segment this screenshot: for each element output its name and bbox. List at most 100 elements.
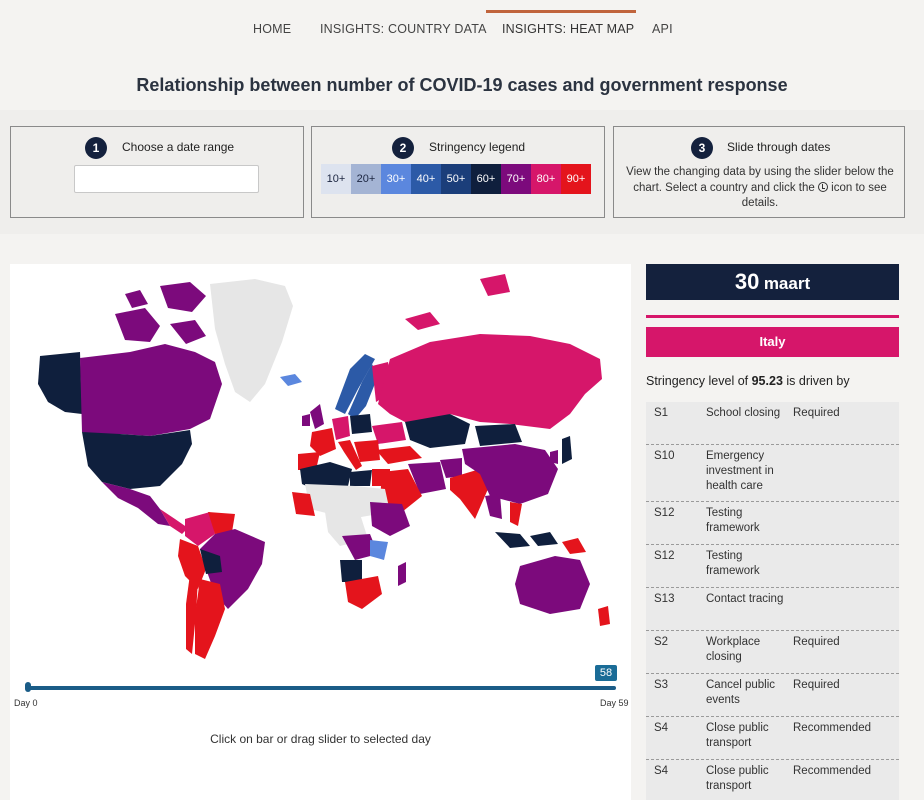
stringency-summary: Stringency level of 95.23 is driven by <box>646 374 850 388</box>
legend-level: 80+ <box>531 164 561 194</box>
country-uk[interactable] <box>310 404 324 429</box>
selected-date-month: maart <box>763 274 811 293</box>
policy-level: Required <box>793 636 840 648</box>
country-poland[interactable] <box>350 414 372 434</box>
policy-level: Required <box>793 679 840 691</box>
country-alaska[interactable] <box>38 352 82 414</box>
policy-row: S2 Workplace closing Required <box>646 631 899 674</box>
policy-row: S1 School closing Required <box>646 402 899 445</box>
day-slider-handle[interactable]: 58 <box>594 665 617 681</box>
country-canada[interactable] <box>80 344 222 436</box>
policy-name: School closing <box>706 407 781 419</box>
legend-level: 40+ <box>411 164 441 194</box>
slider-instructions: View the changing data by using the slid… <box>626 166 894 209</box>
country-png[interactable] <box>562 538 586 554</box>
panel-title: Stringency legend <box>429 140 526 154</box>
policy-level: Required <box>793 407 840 419</box>
policy-row: S10 Emergency investment in health care <box>646 445 899 502</box>
divider <box>646 315 899 318</box>
policy-code: S10 <box>654 450 675 462</box>
policy-code: S2 <box>654 636 669 648</box>
selected-country: Italy <box>646 327 899 357</box>
policy-code: S4 <box>654 722 669 734</box>
policy-row: S13 Contact tracing <box>646 588 899 631</box>
country-germany[interactable] <box>332 416 350 440</box>
date-range-panel: 1 Choose a date range <box>10 126 304 218</box>
country-mexico[interactable] <box>102 482 170 526</box>
country-greenland[interactable] <box>210 279 293 402</box>
legend-level: 70+ <box>501 164 531 194</box>
clock-history-icon <box>817 181 828 192</box>
country-argentina[interactable] <box>195 579 225 659</box>
panel-title: Slide through dates <box>727 140 831 154</box>
legend-level: 60+ <box>471 164 501 194</box>
legend-level: 30+ <box>381 164 411 194</box>
country-tanzania[interactable] <box>370 540 388 560</box>
world-heat-map[interactable] <box>10 264 631 664</box>
top-navigation: HOME INSIGHTS: COUNTRY DATA INSIGHTS: HE… <box>0 0 924 60</box>
country-korea[interactable] <box>550 450 558 464</box>
country-mongolia[interactable] <box>475 424 522 446</box>
nav-api[interactable]: API <box>652 22 673 36</box>
selected-date: 30 maart <box>646 264 899 300</box>
policy-name: Contact tracing <box>706 593 784 605</box>
policy-name: Workplace closing <box>706 636 761 663</box>
country-angola[interactable] <box>340 560 362 582</box>
policy-row: S12 Testing framework <box>646 502 899 545</box>
country-russia-islands[interactable] <box>405 274 510 330</box>
nav-heat-map[interactable]: INSIGHTS: HEAT MAP <box>502 22 634 36</box>
policy-name: Emergency investment in health care <box>706 450 774 492</box>
legend-level: 50+ <box>441 164 471 194</box>
legend-level: 20+ <box>351 164 381 194</box>
policy-code: S13 <box>654 593 675 605</box>
country-libya[interactable] <box>350 470 372 486</box>
country-new-zealand[interactable] <box>598 606 610 626</box>
slider-hint: Click on bar or drag slider to selected … <box>210 732 431 746</box>
day-slider-track[interactable] <box>26 686 616 690</box>
country-canada-islands[interactable] <box>115 282 206 344</box>
step-number: 1 <box>85 137 107 159</box>
map-card: 58 Day 0 Day 59 Click on bar or drag sli… <box>10 264 631 800</box>
stringency-legend-panel: 2 Stringency legend 10+ 20+ 30+ 40+ 50+ 60+ 70… <box>311 126 605 218</box>
policy-code: S12 <box>654 507 675 519</box>
country-russia[interactable] <box>378 334 602 429</box>
slider-start-label: Day 0 <box>14 698 38 708</box>
legend-level: 10+ <box>321 164 351 194</box>
selected-date-day: 30 <box>734 269 760 294</box>
policy-name: Close public transport <box>706 722 769 749</box>
country-australia[interactable] <box>515 556 590 614</box>
country-usa[interactable] <box>82 430 192 489</box>
country-iceland[interactable] <box>280 374 302 386</box>
step-number: 2 <box>392 137 414 159</box>
country-indonesia[interactable] <box>495 532 558 548</box>
legend-level: 90+ <box>561 164 591 194</box>
date-range-input[interactable] <box>74 165 259 193</box>
policy-name: Close public transport <box>706 765 769 792</box>
panel-title: Choose a date range <box>122 140 235 154</box>
nav-home[interactable]: HOME <box>253 22 291 36</box>
country-afghanistan[interactable] <box>440 458 462 478</box>
stringency-legend: 10+ 20+ 30+ 40+ 50+ 60+ 70+ 80+ 90+ <box>321 164 591 194</box>
policy-level: Recommended <box>793 765 871 777</box>
controls-section: 1 Choose a date range 2 Stringency legen… <box>0 110 924 234</box>
policy-row: S3 Cancel public events Required <box>646 674 899 717</box>
country-ireland[interactable] <box>302 414 310 426</box>
policy-code: S1 <box>654 407 669 419</box>
policy-name: Cancel public events <box>706 679 776 706</box>
slider-end-label: Day 59 <box>600 698 629 708</box>
policy-code: S3 <box>654 679 669 691</box>
country-japan[interactable] <box>562 436 572 464</box>
country-vietnam[interactable] <box>510 502 522 526</box>
policy-code: S12 <box>654 550 675 562</box>
stringency-value: 95.23 <box>751 374 783 388</box>
policy-row: S4 Close public transport Recommended <box>646 717 899 760</box>
country-myanmar[interactable] <box>485 494 502 519</box>
country-france[interactable] <box>310 428 336 456</box>
nav-country-data[interactable]: INSIGHTS: COUNTRY DATA <box>320 22 487 36</box>
country-turkey[interactable] <box>376 446 422 464</box>
country-madagascar[interactable] <box>398 562 406 586</box>
policy-row: S12 Testing framework <box>646 545 899 588</box>
policy-name: Testing framework <box>706 507 760 534</box>
country-egypt[interactable] <box>372 469 390 486</box>
step-number: 3 <box>691 137 713 159</box>
